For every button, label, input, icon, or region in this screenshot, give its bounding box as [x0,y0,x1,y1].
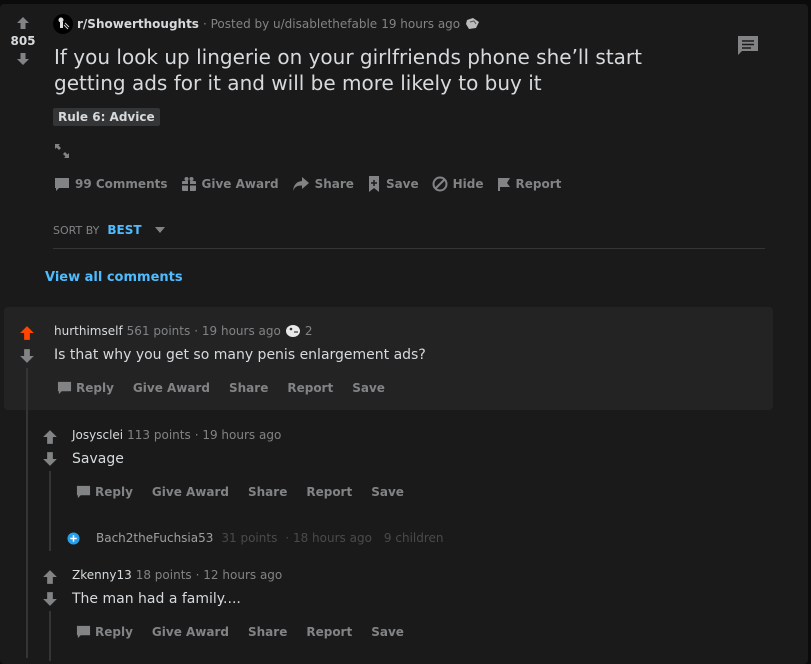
save-button[interactable]: Save [371,485,404,499]
share-label: Share [314,177,354,191]
comment-upvote-icon[interactable] [42,569,58,585]
post-score: 805 [10,34,36,48]
expand-icon[interactable] [54,143,70,159]
downvote-icon[interactable] [16,52,30,66]
sort-label: SORT BY [53,223,100,237]
give-award-label: Give Award [201,177,279,191]
comment-actions: Reply Give Award Share Report Save [57,380,404,395]
share-button[interactable]: Share [248,485,287,499]
thread-line[interactable] [49,471,51,551]
post-time: 19 hours ago [381,17,461,31]
save-button[interactable]: Save [352,381,385,395]
comment-body: Savage [72,451,124,467]
comment-time: · 12 hours ago [195,568,283,582]
comment-actions: Reply Give Award Share Report Save [76,624,423,639]
share-button[interactable]: Share [229,381,268,395]
comment-time: · 19 hours ago [194,324,281,338]
award-icon [285,325,300,337]
post-actions: 99 Comments Give Award Share Save Hide R… [54,175,574,193]
view-all-comments-link[interactable]: View all comments [45,270,183,285]
comment-author[interactable]: Bach2theFuchsia53 [96,531,213,545]
comments-label: 99 Comments [75,177,168,191]
comment-meta: Josysclei 113 points · 19 hours ago [72,428,281,442]
comment-icon [76,625,91,639]
post-title[interactable]: If you look up lingerie on your girlfrie… [54,44,694,96]
collapsed-comment[interactable]: Bach2theFuchsia53 31 points · 18 hours a… [67,531,444,545]
posted-by[interactable]: · Posted by u/disablethefable [203,17,377,31]
share-icon [292,177,309,191]
thread-line[interactable] [26,368,28,658]
gift-icon [181,177,196,191]
give-award-button[interactable]: Give Award [181,176,279,192]
hide-button[interactable]: Hide [432,176,484,192]
share-button[interactable]: Share [248,625,287,639]
bookmark-icon [368,176,379,192]
comments-button[interactable]: 99 Comments [54,176,168,192]
comment-icon [57,381,72,395]
subreddit-icon[interactable] [53,14,73,34]
comment-downvote-icon[interactable] [42,591,58,607]
thread-line[interactable] [49,611,51,661]
give-award-button[interactable]: Give Award [152,485,229,499]
comment-downvote-icon[interactable] [42,451,58,467]
expand-plus-icon[interactable] [67,531,80,545]
comment-downvote-icon[interactable] [19,348,35,364]
post-vote-column: 805 [8,16,38,66]
save-button[interactable]: Save [367,175,419,193]
post-meta: r/Showerthoughts · Posted by u/disableth… [53,14,482,34]
comment-body: The man had a family.... [72,591,241,607]
divider [53,248,765,249]
award-icon [466,18,480,29]
report-label: Report [515,177,562,191]
hide-icon [432,176,448,192]
upvote-icon[interactable] [16,16,30,30]
children-count: 9 children [383,531,444,545]
comment-icon [55,178,69,191]
give-award-button[interactable]: Give Award [152,625,229,639]
reply-button[interactable]: Reply [76,381,114,395]
comment-meta: Zkenny13 18 points · 12 hours ago [72,568,282,582]
comment-actions: Reply Give Award Share Report Save [76,484,423,499]
comment-author[interactable]: Zkenny13 [72,568,132,582]
flag-icon [497,178,510,191]
comment-meta: hurthimself 561 points · 19 hours ago 2 [54,324,312,338]
report-button[interactable]: Report [497,176,562,192]
subreddit-link[interactable]: r/Showerthoughts [77,17,199,31]
comment-points: 31 points [221,531,278,545]
reply-button[interactable]: Reply [95,485,133,499]
reply-button[interactable]: Reply [95,625,133,639]
give-award-button[interactable]: Give Award [133,381,210,395]
comment-icon [76,485,91,499]
hide-label: Hide [452,177,484,191]
save-button[interactable]: Save [371,625,404,639]
comment-upvote-icon[interactable] [19,325,35,341]
award-count: 2 [304,324,313,338]
comment-points: 18 points [135,568,192,582]
comment-points: 113 points [127,428,191,442]
comment-author[interactable]: hurthimself [54,324,123,338]
report-button[interactable]: Report [306,625,352,639]
caret-down-icon[interactable] [154,226,166,234]
comment-body: Is that why you get so many penis enlarg… [54,347,426,363]
comment-time: · 18 hours ago [285,531,372,545]
sort-dropdown[interactable]: SORT BY BEST [53,223,166,237]
report-button[interactable]: Report [306,485,352,499]
comment-bubble-icon[interactable] [736,34,760,56]
post-flair[interactable]: Rule 6: Advice [53,108,160,126]
share-button[interactable]: Share [292,176,354,192]
report-button[interactable]: Report [287,381,333,395]
comment-time: · 19 hours ago [194,428,282,442]
comment-author[interactable]: Josysclei [72,428,123,442]
comment-points: 561 points [126,324,191,338]
sort-value[interactable]: BEST [107,223,141,237]
comment-upvote-icon[interactable] [42,429,58,445]
save-label: Save [385,177,419,191]
